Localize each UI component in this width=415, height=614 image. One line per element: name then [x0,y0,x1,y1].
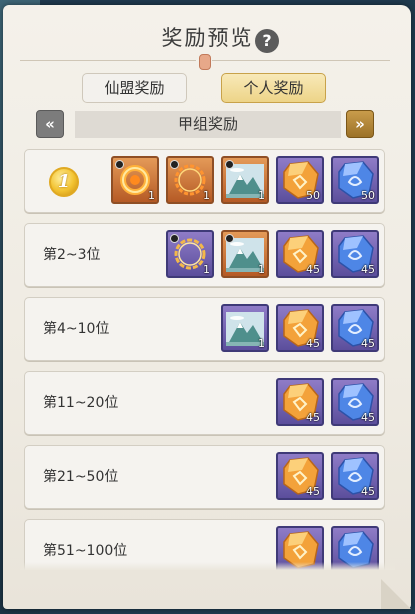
rank-label: 第4~10位 [43,321,110,337]
reward-item[interactable]: 45 [331,304,379,352]
reward-item[interactable]: 45 [331,378,379,426]
clock-icon [170,234,179,243]
tab-personal-rewards[interactable]: 个人奖励 [221,73,326,103]
group-label: 甲组奖励 [75,111,341,138]
reward-item[interactable]: 45 [276,378,324,426]
reward-row: 第2~3位 1 1 45 45 [24,223,385,287]
tab-alliance-rewards[interactable]: 仙盟奖励 [82,73,187,103]
clock-icon [115,160,124,169]
item-count: 50 [361,189,375,202]
item-count: 45 [361,337,375,350]
reward-row: 1 1 1 1 50 50 [24,149,385,213]
clock-icon [225,160,234,169]
reward-item[interactable]: 1 [166,230,214,278]
rank-label: 第11~20位 [43,395,119,411]
page-fold-corner [381,579,411,609]
rank-first-medal-icon: 1 [49,167,79,197]
rank-label: 第2~3位 [43,247,101,263]
help-icon[interactable]: ? [255,29,279,53]
item-count: 1 [148,189,155,202]
scroll-fade [20,562,395,570]
clock-icon [170,160,179,169]
reward-item[interactable]: 45 [331,230,379,278]
item-count: 45 [361,263,375,276]
reward-item[interactable]: 1 [221,156,269,204]
prev-group-button[interactable]: « [36,110,64,138]
item-count: 1 [258,189,265,202]
divider-left [20,60,196,61]
clock-icon [225,234,234,243]
divider-right [212,60,390,61]
item-count: 45 [306,411,320,424]
item-count: 45 [361,411,375,424]
item-count: 1 [203,263,210,276]
rank-label: 第21~50位 [43,469,119,485]
item-count: 1 [258,337,265,350]
item-count: 1 [203,189,210,202]
item-count: 45 [306,263,320,276]
reward-item[interactable]: 1 [166,156,214,204]
reward-item[interactable]: 45 [276,304,324,352]
reward-row: 第11~20位 45 45 [24,371,385,435]
knot-ornament-icon [199,54,211,70]
item-count: 45 [361,485,375,498]
reward-item[interactable]: 1 [111,156,159,204]
reward-item[interactable]: 45 [276,452,324,500]
reward-item[interactable]: 50 [276,156,324,204]
reward-item[interactable]: 1 [221,304,269,352]
item-count: 1 [258,263,265,276]
item-count: 45 [306,337,320,350]
reward-item[interactable]: 45 [276,230,324,278]
item-count: 45 [306,485,320,498]
page-title: 奖励预览 [161,26,254,50]
reward-item[interactable]: 1 [221,230,269,278]
reward-row: 第4~10位 1 45 45 [24,297,385,361]
reward-list[interactable]: 1 1 1 1 50 50 第2~3位 1 1 45 45 第4~10位 1 45 45 第11~20位 45 4… [20,143,395,570]
reward-item[interactable]: 45 [331,452,379,500]
reward-item[interactable]: 50 [331,156,379,204]
reward-row: 第21~50位 45 45 [24,445,385,509]
next-group-button[interactable]: » [346,110,374,138]
item-count: 50 [306,189,320,202]
